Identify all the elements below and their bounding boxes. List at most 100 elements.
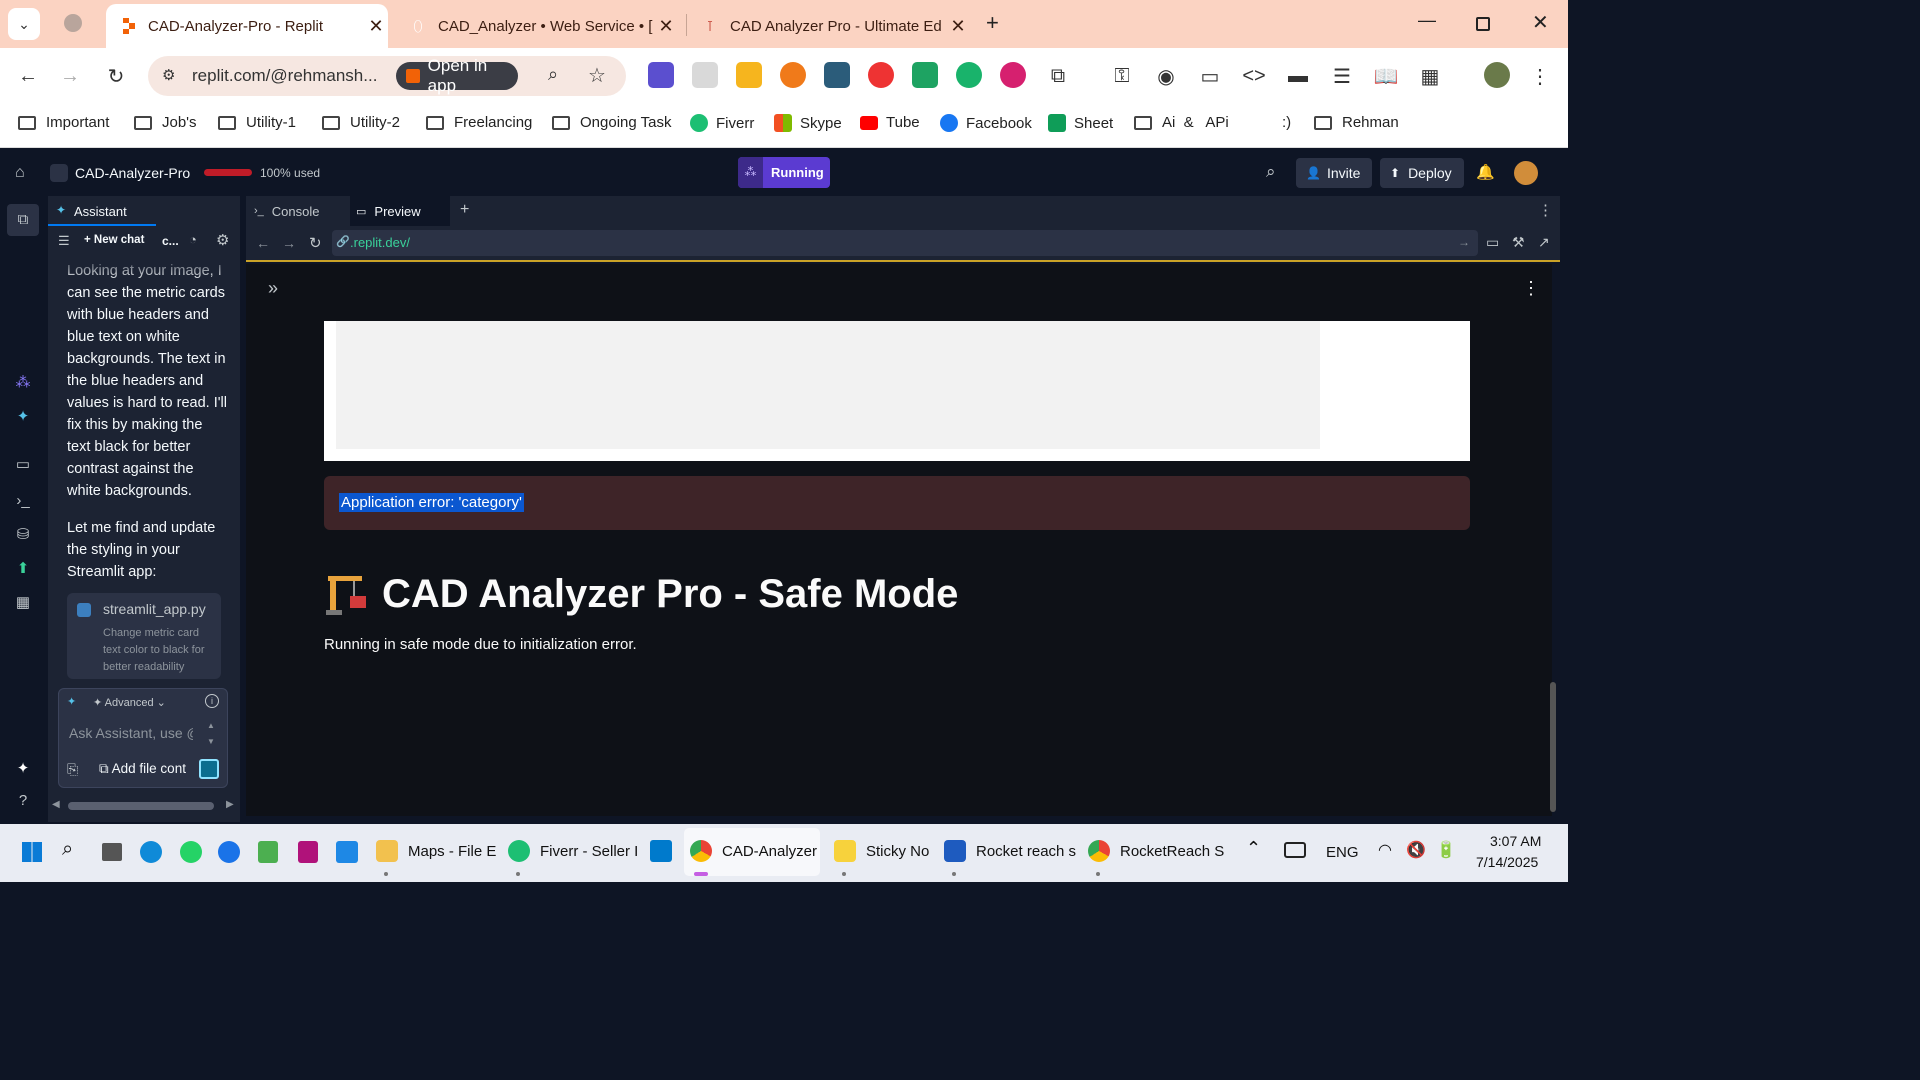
keyboard-icon[interactable] [1284, 842, 1306, 858]
horizontal-scrollbar[interactable] [68, 802, 214, 810]
code-icon[interactable]: <> [1242, 64, 1266, 88]
zoom-icon[interactable]: ⌕ [548, 64, 558, 85]
bookmark-rehman[interactable]: Rehman [1314, 114, 1399, 131]
volume-muted-icon[interactable]: 🔇 [1406, 840, 1426, 860]
profile-avatar[interactable] [1484, 62, 1510, 88]
expand-sidebar-icon[interactable]: » [268, 278, 278, 299]
settings-icon[interactable]: ⚙ [216, 231, 229, 249]
task-view-icon[interactable] [102, 843, 122, 861]
address-bar[interactable]: ⚙ replit.com/@rehmansh... Open in app ⌕ … [148, 56, 626, 96]
tab-replit[interactable]: CAD-Analyzer-Pro - Replit ✕ [106, 4, 388, 48]
taskbar-cad-analyzer[interactable]: CAD-Analyzer [690, 840, 817, 862]
search-icon[interactable]: ⌕ [62, 838, 73, 861]
notepad-icon[interactable] [258, 841, 278, 863]
devtools-icon[interactable]: ⚒ [1512, 234, 1525, 251]
help-icon[interactable]: ? [14, 792, 32, 810]
store-icon[interactable] [336, 841, 358, 863]
new-tab-button[interactable]: + [986, 10, 999, 36]
battery-icon[interactable]: 🔋 [1436, 840, 1456, 860]
devices-icon[interactable]: ▭ [1486, 234, 1499, 251]
forward-icon[interactable]: → [58, 64, 82, 88]
deploy-rail-icon[interactable]: ⬆ [14, 560, 32, 578]
password-icon[interactable]: ⚿ [1110, 64, 1134, 88]
bookmark-star-icon[interactable]: ☆ [588, 63, 606, 88]
search-icon[interactable]: ⌕ [1266, 162, 1276, 182]
extension-icon-9[interactable] [1000, 62, 1026, 88]
restore-button[interactable] [1476, 17, 1490, 31]
scroll-left-icon[interactable]: ◀ [52, 799, 60, 810]
bookmark-facebook[interactable]: Facebook [940, 114, 1032, 132]
taskbar-sticky-notes[interactable]: Sticky No [834, 840, 929, 862]
all-tools-icon[interactable]: ▦ [14, 594, 32, 612]
wifi-icon[interactable]: ◠ [1378, 840, 1392, 860]
side-panel-icon[interactable]: ▦ [1418, 64, 1442, 88]
bookmark-important[interactable]: Important [18, 114, 109, 131]
attach-icon[interactable]: ⎘ [67, 761, 78, 778]
extension-icon-1[interactable] [648, 62, 674, 88]
clock-time[interactable]: 3:07 AM [1490, 833, 1541, 849]
chrome-dev-icon[interactable] [218, 841, 240, 863]
language-indicator[interactable]: ENG [1326, 844, 1359, 861]
bookmark-ai-api[interactable]: Ai & APi [1134, 114, 1229, 131]
open-new-tab-icon[interactable]: ↗ [1538, 234, 1550, 251]
close-tab-icon[interactable]: ✕ [364, 16, 388, 37]
bookmark-freelancing[interactable]: Freelancing [426, 114, 532, 131]
extension-icon-8[interactable] [956, 62, 982, 88]
files-toggle-icon[interactable]: ⧉ [7, 204, 39, 236]
invite-button[interactable]: 👤 Invite [1296, 158, 1372, 188]
new-chat-button[interactable]: + New chat [84, 234, 144, 246]
pane-menu-icon[interactable]: ⋮ [1538, 201, 1553, 219]
scroll-down-icon[interactable]: ▼ [207, 737, 215, 746]
taskbar-rocketreach[interactable]: RocketReach S [1088, 840, 1224, 862]
tab-preview[interactable]: ▭ Preview [350, 196, 450, 226]
go-icon[interactable]: → [1458, 235, 1470, 249]
taskbar-word[interactable]: Rocket reach s [944, 840, 1076, 862]
extension-icon-7[interactable] [912, 62, 938, 88]
send-toggle-icon[interactable] [199, 759, 219, 779]
bookmark-smiley[interactable]: :) [1282, 114, 1291, 131]
minimize-button[interactable]: — [1418, 10, 1436, 31]
bookmark-skype[interactable]: Skype [774, 114, 842, 132]
extension-icon-4[interactable] [780, 62, 806, 88]
extension-icon-3[interactable] [736, 62, 762, 88]
add-file-context-button[interactable]: ⧉ Add file cont [99, 761, 197, 777]
scroll-up-icon[interactable]: ▲ [207, 721, 215, 730]
database-icon[interactable]: ⛁ [14, 526, 32, 544]
bookmark-jobs[interactable]: Job's [134, 114, 197, 131]
lens-icon[interactable]: ◉ [1154, 64, 1178, 88]
preview-back-icon[interactable]: ← [256, 235, 270, 251]
start-icon[interactable] [22, 842, 42, 862]
webview-icon[interactable]: ▭ [14, 456, 32, 474]
payment-icon[interactable]: ▬ [1286, 64, 1310, 88]
sparkle-icon[interactable]: ✦ [14, 760, 32, 778]
extension-icon-2[interactable] [692, 62, 718, 88]
reading-list-icon[interactable]: ☰ [1330, 64, 1354, 88]
deploy-button[interactable]: ⬆ Deploy [1380, 158, 1464, 188]
tab-cad-pro[interactable]: ⊺ CAD Analyzer Pro - Ultimate Ed ✕ [688, 4, 970, 48]
preview-forward-icon[interactable]: → [282, 235, 296, 251]
devices-icon[interactable]: ▭ [1198, 64, 1222, 88]
bookmark-tube[interactable]: Tube [860, 114, 920, 131]
bookmark-sheet[interactable]: Sheet [1048, 114, 1113, 132]
globe-icon[interactable] [64, 14, 82, 32]
close-tab-icon[interactable]: ✕ [946, 16, 970, 37]
history-icon[interactable]: ◔ [189, 232, 197, 247]
project-name[interactable]: CAD-Analyzer-Pro [75, 165, 190, 181]
preview-reload-icon[interactable]: ↻ [309, 234, 322, 252]
bookmark-ongoing-task[interactable]: Ongoing Task [552, 114, 671, 131]
file-change-card[interactable]: streamlit_app.py Change metric card text… [67, 593, 221, 679]
bookmark-utility-1[interactable]: Utility-1 [218, 114, 296, 131]
menu-icon[interactable]: ⋮ [1528, 64, 1552, 88]
whatsapp-icon[interactable] [180, 841, 202, 863]
tab-console[interactable]: ›_ Console [246, 196, 346, 226]
add-tab-icon[interactable]: + [460, 201, 469, 219]
chat-title[interactable]: c... [162, 234, 179, 248]
chat-list-icon[interactable]: ☰ [58, 233, 70, 249]
edge-icon[interactable] [140, 841, 162, 863]
preview-url-input[interactable]: 🔗 .replit.dev/ → [332, 230, 1478, 256]
run-status-button[interactable]: ⁂ Running [738, 157, 830, 188]
app-menu-icon[interactable]: ⋮ [1522, 278, 1540, 299]
user-avatar[interactable] [1514, 161, 1538, 185]
tab-search-button[interactable]: ⌄ [8, 8, 40, 40]
clock-date[interactable]: 7/14/2025 [1476, 854, 1538, 870]
